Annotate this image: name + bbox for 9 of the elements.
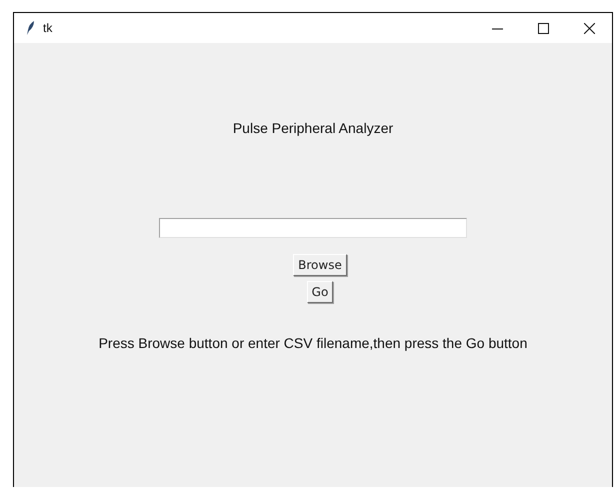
close-icon (584, 22, 594, 34)
go-button[interactable]: Go (306, 281, 334, 303)
filename-field[interactable] (159, 218, 467, 238)
feather-icon (25, 21, 35, 35)
app-heading: Pulse Peripheral Analyzer (232, 120, 394, 136)
browse-button[interactable]: Browse (293, 254, 347, 276)
instructions-text: Press Browse button or enter CSV filename,then press the Go button (98, 335, 528, 351)
window-title: tk (43, 21, 52, 35)
maximize-icon (538, 22, 548, 34)
